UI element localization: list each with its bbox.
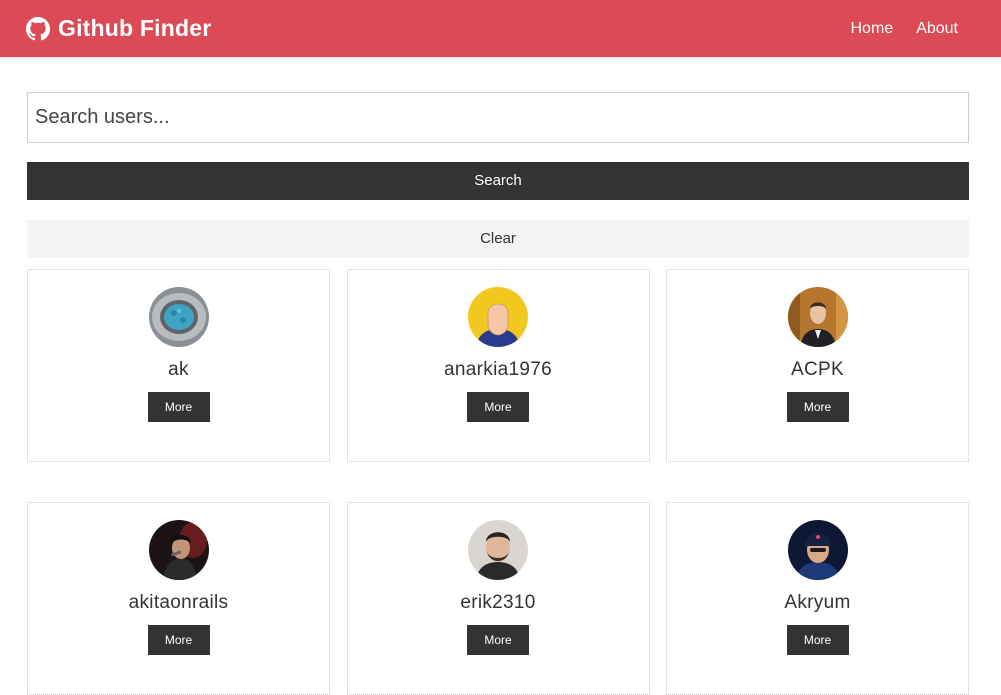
more-button[interactable]: More	[467, 392, 529, 422]
users-grid: ak More anarkia1976 More ACPK More akita…	[27, 269, 969, 695]
more-button[interactable]: More	[147, 392, 210, 422]
avatar	[148, 520, 209, 580]
user-card: ACPK More	[666, 269, 969, 462]
avatar	[787, 520, 848, 580]
brand-title: Github Finder	[58, 15, 212, 41]
avatar	[787, 287, 848, 347]
user-card: ak More	[27, 269, 330, 462]
search-form: Search Clear	[27, 92, 969, 258]
navbar: Github Finder Home About	[0, 0, 1001, 57]
more-button[interactable]: More	[786, 625, 849, 655]
more-button[interactable]: More	[786, 392, 849, 422]
username: erik2310	[460, 592, 536, 613]
nav-link-home[interactable]: Home	[851, 20, 894, 38]
username: ak	[168, 359, 189, 380]
clear-button[interactable]: Clear	[27, 220, 969, 258]
nav-link-about[interactable]: About	[916, 20, 958, 38]
nav-links: Home About	[851, 20, 959, 38]
github-icon	[26, 16, 50, 40]
search-input[interactable]	[27, 92, 969, 143]
avatar	[148, 287, 209, 347]
username: ACPK	[791, 359, 844, 380]
username: anarkia1976	[444, 359, 552, 380]
avatar	[468, 287, 528, 347]
username: Akryum	[784, 592, 851, 613]
more-button[interactable]: More	[147, 625, 210, 655]
username: akitaonrails	[128, 592, 229, 613]
user-card: erik2310 More	[346, 502, 650, 695]
search-button[interactable]: Search	[27, 162, 969, 200]
user-card: Akryum More	[666, 502, 969, 695]
user-card: anarkia1976 More	[346, 269, 650, 462]
more-button[interactable]: More	[467, 625, 529, 655]
avatar	[468, 520, 528, 580]
user-card: akitaonrails More	[27, 502, 330, 695]
brand[interactable]: Github Finder	[26, 15, 211, 42]
